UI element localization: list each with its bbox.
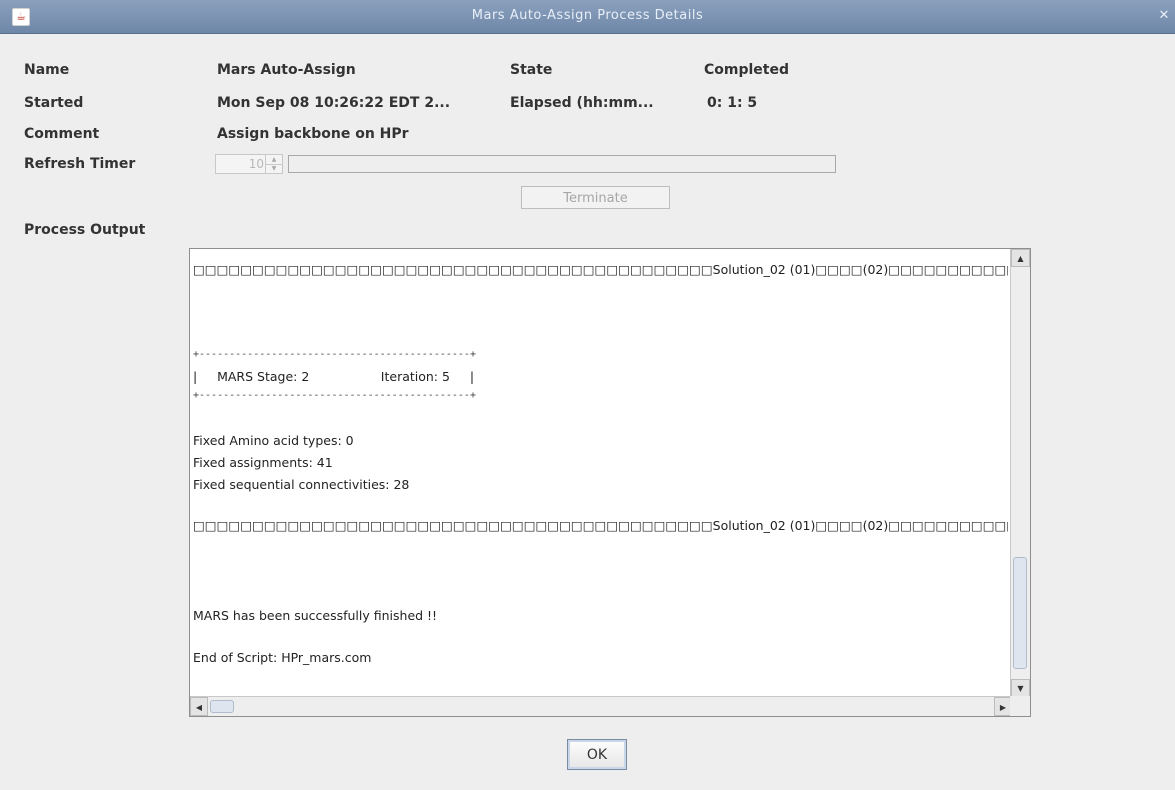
name-value: Mars Auto-Assign (217, 62, 356, 78)
output-line: Fixed sequential connectivities: 28 (193, 477, 410, 492)
output-line: +---------------------------------------… (193, 390, 476, 401)
output-line: End of Script: HPr_mars.com (193, 650, 372, 665)
output-line: +---------------------------------------… (193, 349, 476, 360)
spinner-buttons: ▲ ▼ (265, 155, 282, 173)
output-line: Fixed Amino acid types: 0 (193, 433, 354, 448)
horizontal-scrollbar[interactable]: ◀ ▶ (190, 696, 1012, 716)
spinner-down-icon[interactable]: ▼ (266, 164, 282, 173)
scroll-left-icon[interactable]: ◀ (190, 697, 208, 716)
terminate-button[interactable]: Terminate (521, 186, 670, 209)
output-line: | MARS Stage: 2 Iteration: 5 | (193, 369, 475, 384)
refresh-timer-label: Refresh Timer (24, 156, 136, 172)
refresh-timer-spinner[interactable]: 10 ▲ ▼ (215, 154, 283, 174)
refresh-progress-bar (288, 155, 836, 173)
comment-value: Assign backbone on HPr (217, 126, 409, 142)
ok-button[interactable]: OK (567, 739, 627, 770)
output-line: □□□□□□□□□□□□□□□□□□□□□□□□□□□□□□□□□□□□□□□□… (193, 262, 1008, 277)
window-title: Mars Auto-Assign Process Details (471, 8, 704, 23)
elapsed-label: Elapsed (hh:mm... (510, 95, 654, 111)
process-output-text[interactable]: □□□□□□□□□□□□□□□□□□□□□□□□□□□□□□□□□□□□□□□□… (193, 252, 1008, 692)
scrollbar-corner (1010, 696, 1030, 716)
state-value: Completed (704, 62, 790, 78)
vertical-scrollbar[interactable]: ▲ ▼ (1010, 249, 1030, 697)
output-line: Fixed assignments: 41 (193, 455, 333, 470)
comment-label: Comment (24, 126, 100, 142)
output-line: □□□□□□□□□□□□□□□□□□□□□□□□□□□□□□□□□□□□□□□□… (193, 518, 1008, 533)
vertical-scroll-thumb[interactable] (1013, 557, 1027, 669)
scroll-up-icon[interactable]: ▲ (1011, 249, 1030, 267)
name-label: Name (24, 62, 70, 78)
scroll-down-icon[interactable]: ▼ (1011, 679, 1030, 697)
horizontal-scroll-thumb[interactable] (210, 700, 234, 713)
process-output-panel[interactable]: □□□□□□□□□□□□□□□□□□□□□□□□□□□□□□□□□□□□□□□□… (189, 248, 1031, 717)
refresh-timer-value: 10 (248, 157, 264, 171)
state-label: State (510, 62, 553, 78)
elapsed-value: 0: 1: 5 (707, 95, 758, 111)
started-value: Mon Sep 08 10:26:22 EDT 2... (217, 95, 451, 111)
title-bar[interactable]: ☕ Mars Auto-Assign Process Details ✕ (0, 0, 1175, 34)
close-icon[interactable]: ✕ (1157, 8, 1171, 24)
started-label: Started (24, 95, 84, 111)
output-line: MARS has been successfully finished !! (193, 608, 438, 623)
process-output-label: Process Output (24, 222, 146, 238)
